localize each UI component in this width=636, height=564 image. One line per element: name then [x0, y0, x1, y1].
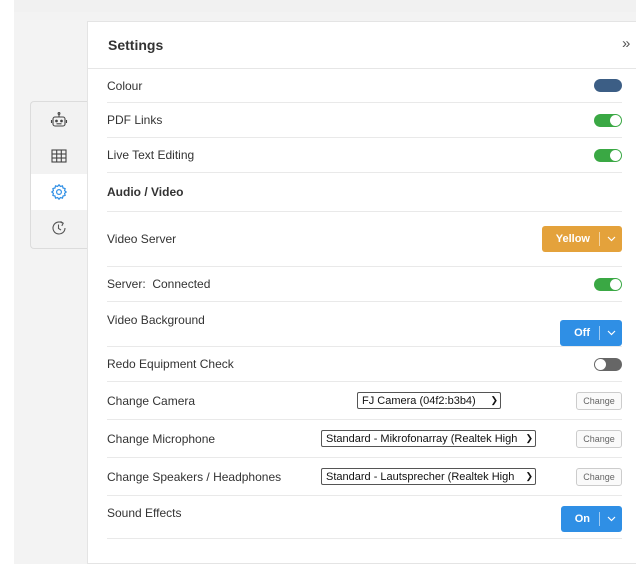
setting-label: Change Camera: [107, 393, 196, 408]
settings-panel: Settings » Colour PDF Links Live Text Ed…: [87, 21, 636, 564]
dropdown-value: Yellow: [555, 233, 590, 245]
setting-label: Server: Connected: [107, 277, 211, 291]
speakers-select[interactable]: Standard - Lautsprecher (Realtek High ❯: [321, 468, 536, 485]
section-title: Audio / Video: [107, 185, 184, 199]
chevron-down-icon: ❯: [490, 395, 498, 405]
chevron-down-icon: [600, 516, 622, 522]
redo-equipment-check-toggle[interactable]: [594, 357, 622, 371]
change-speakers-button[interactable]: Change: [576, 467, 622, 486]
rail-item-grid[interactable]: [31, 138, 87, 174]
select-value: Standard - Lautsprecher (Realtek High: [326, 470, 515, 483]
top-bar: [0, 0, 636, 12]
setting-label: Live Text Editing: [107, 148, 195, 162]
page-title: Settings: [108, 37, 164, 53]
live-text-editing-toggle[interactable]: [594, 148, 622, 162]
left-strip: [0, 0, 14, 564]
rail-item-history[interactable]: [31, 210, 87, 246]
chevron-down-icon: ❯: [525, 471, 533, 481]
video-server-dropdown[interactable]: Yellow: [541, 226, 622, 252]
history-icon: [50, 219, 68, 237]
setting-row-pdf-links: PDF Links: [107, 103, 622, 138]
setting-label: Change Speakers / Headphones: [107, 469, 282, 484]
setting-row-server-status: Server: Connected: [107, 267, 622, 302]
setting-row-video-server: Video Server Yellow: [107, 212, 622, 267]
setting-label: Change Microphone: [107, 431, 216, 446]
gear-icon: [50, 183, 68, 201]
chevron-down-icon: [600, 236, 622, 242]
pdf-links-toggle[interactable]: [594, 113, 622, 127]
collapse-icon[interactable]: »: [622, 34, 636, 54]
setting-row-change-microphone: Change Microphone Standard - Mikrofonarr…: [107, 420, 622, 458]
setting-label: Sound Effects: [107, 506, 182, 520]
setting-label: PDF Links: [107, 113, 163, 127]
setting-row-video-background: Video Background Off: [107, 302, 622, 347]
rail-item-settings[interactable]: [31, 174, 87, 210]
setting-row-colour: Colour: [107, 69, 622, 103]
panel-header: Settings »: [88, 22, 636, 69]
setting-row-sound-effects: Sound Effects On: [107, 496, 622, 539]
chevron-down-icon: [600, 330, 622, 336]
camera-select[interactable]: FJ Camera (04f2:b3b4) ❯: [357, 392, 501, 409]
select-value: FJ Camera (04f2:b3b4): [362, 394, 476, 407]
select-value: Standard - Mikrofonarray (Realtek High: [326, 432, 518, 445]
setting-row-redo-equipment-check: Redo Equipment Check: [107, 347, 622, 382]
video-background-dropdown[interactable]: Off: [560, 320, 622, 346]
microphone-select[interactable]: Standard - Mikrofonarray (Realtek High ❯: [321, 430, 536, 447]
setting-row-change-speakers: Change Speakers / Headphones Standard - …: [107, 458, 622, 496]
chevron-down-icon: ❯: [525, 433, 533, 443]
rail-item-bot[interactable]: [31, 102, 87, 138]
dropdown-value: Off: [574, 327, 590, 339]
grid-icon: [50, 147, 68, 165]
side-rail: [30, 101, 87, 249]
setting-label: Colour: [107, 78, 143, 93]
colour-swatch-toggle[interactable]: [594, 79, 622, 92]
section-header-audio-video: Audio / Video: [107, 173, 622, 212]
server-toggle[interactable]: [594, 277, 622, 291]
setting-label: Video Background: [107, 313, 205, 327]
setting-label: Video Server: [107, 232, 177, 246]
change-microphone-button[interactable]: Change: [576, 429, 622, 448]
setting-label: Redo Equipment Check: [107, 357, 234, 371]
robot-icon: [50, 111, 68, 129]
setting-row-live-text-editing: Live Text Editing: [107, 138, 622, 173]
setting-row-change-camera: Change Camera FJ Camera (04f2:b3b4) ❯ Ch…: [107, 382, 622, 420]
change-camera-button[interactable]: Change: [576, 391, 622, 410]
dropdown-value: On: [574, 513, 590, 525]
sound-effects-dropdown[interactable]: On: [560, 506, 622, 532]
